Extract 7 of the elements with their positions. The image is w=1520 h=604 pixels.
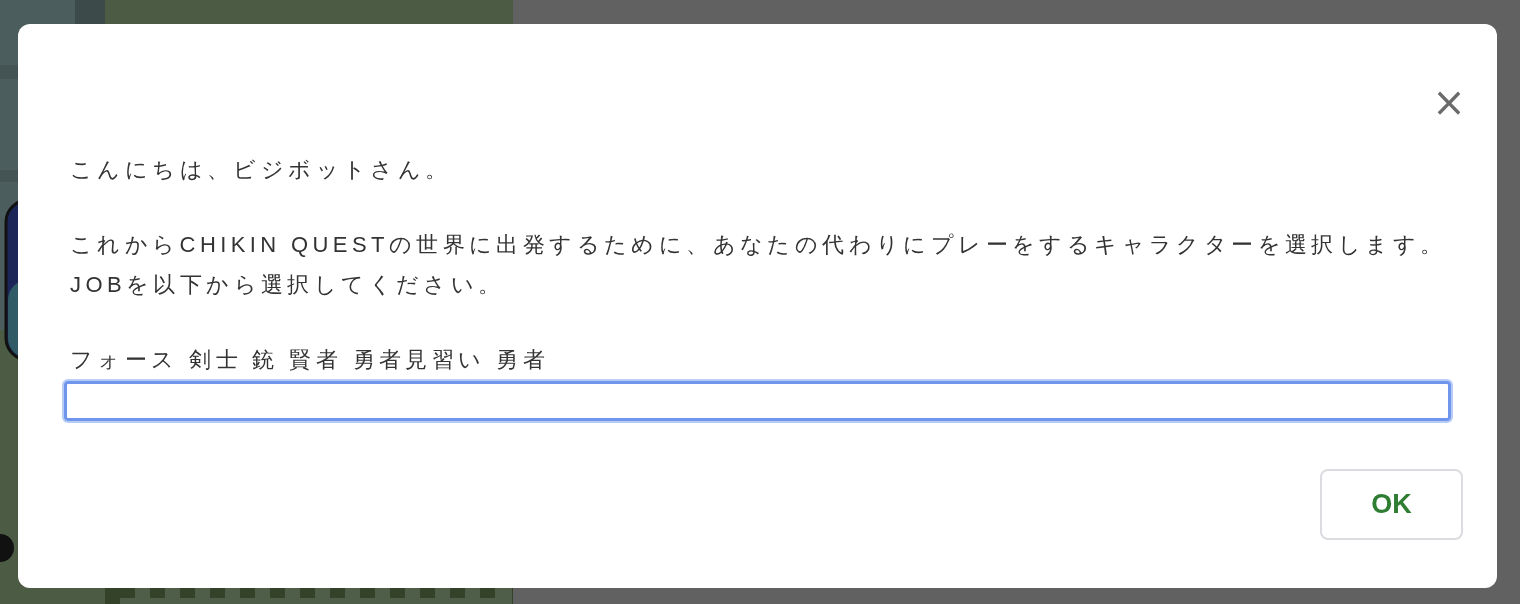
message-line: これからCHIKIN QUESTの世界に出発するために、あなたの代わりにプレーをするキャラクターを選択します。 <box>70 231 1447 259</box>
message-line: JOBを以下から選択してください。 <box>70 271 505 299</box>
message-line: こんにちは、ビジボットさん。 <box>70 156 452 184</box>
close-button[interactable]: × <box>1431 86 1467 118</box>
input-field[interactable] <box>64 381 1451 421</box>
message-line: フォース 剣士 銃 賢者 勇者見習い 勇者 <box>70 346 549 374</box>
ok-button[interactable]: OK <box>1320 469 1463 540</box>
